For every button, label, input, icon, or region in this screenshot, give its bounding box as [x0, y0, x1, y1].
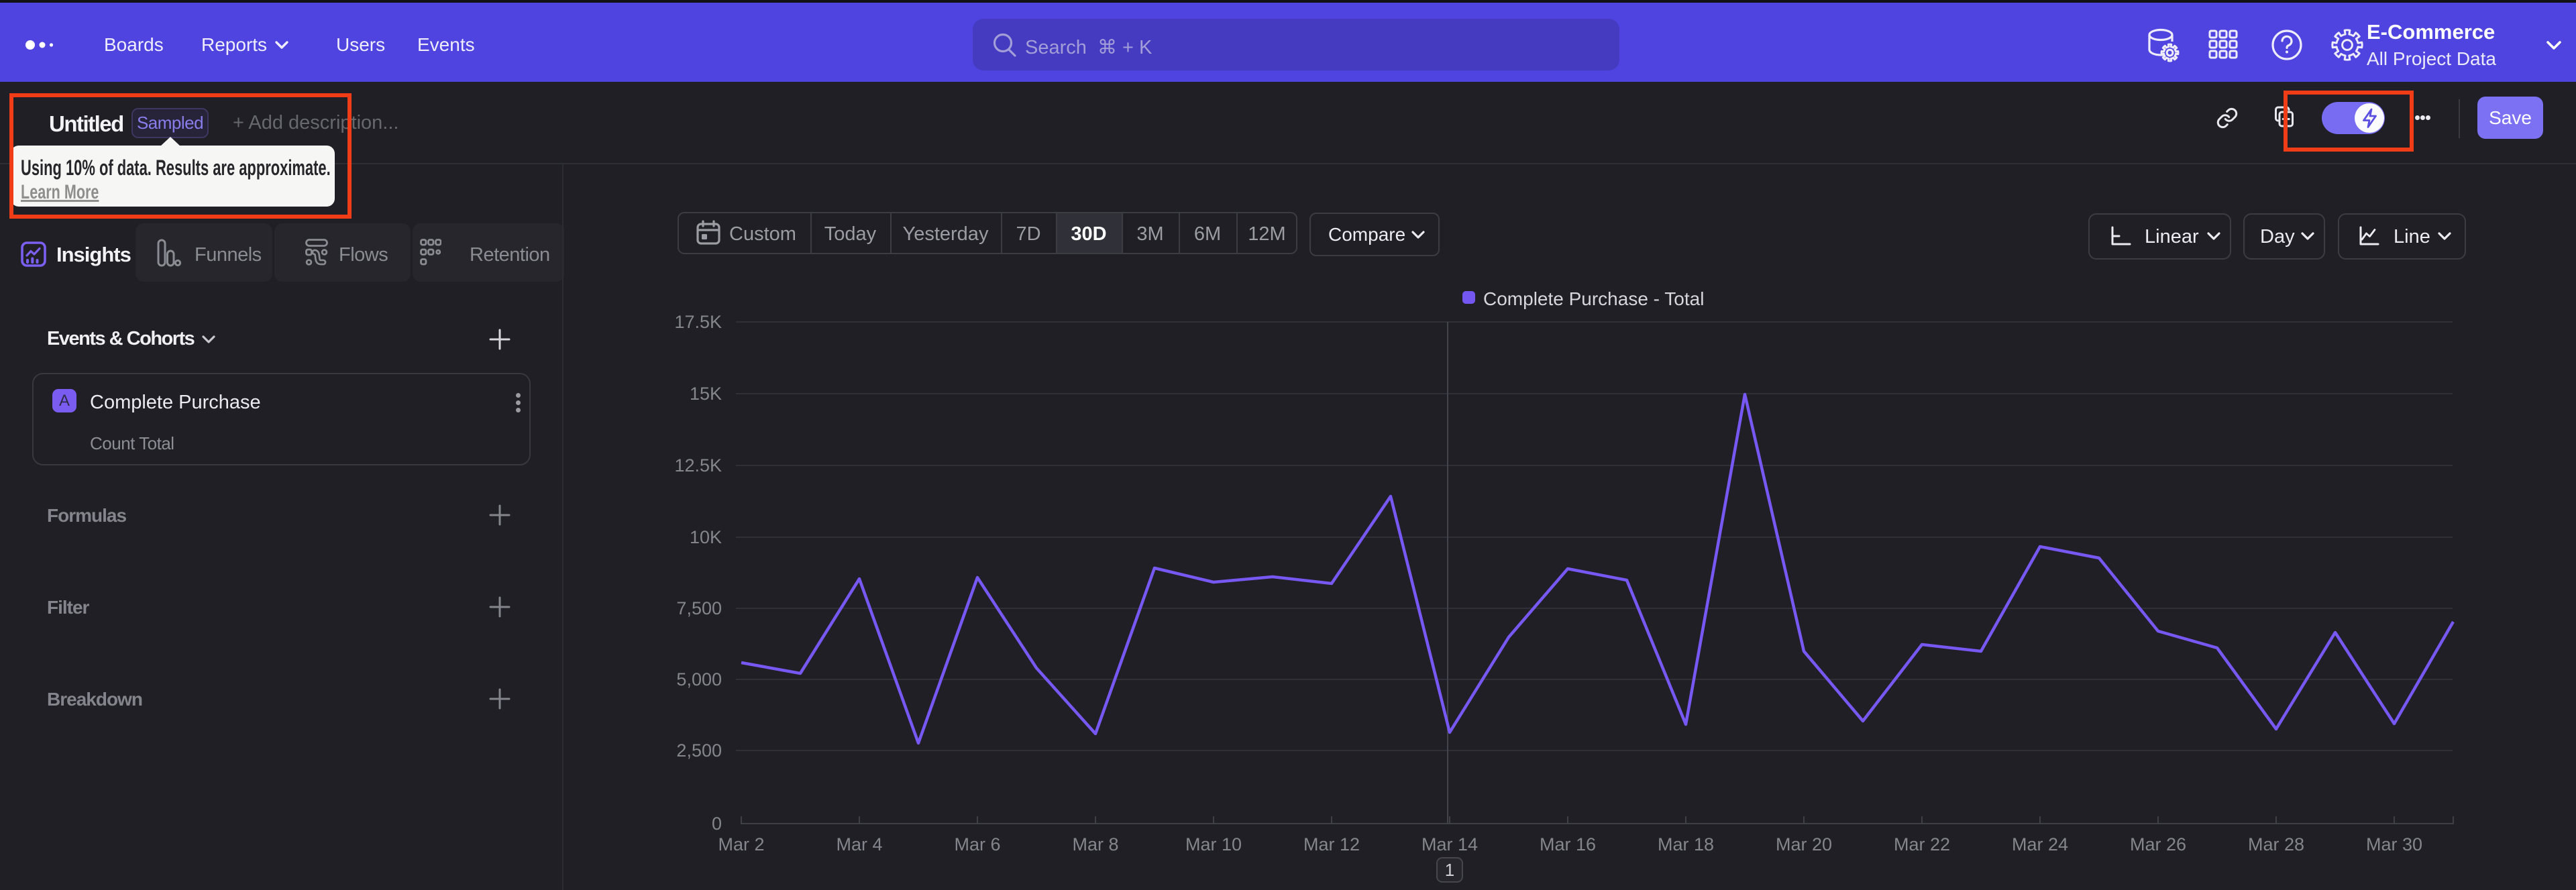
svg-text:2,500: 2,500	[676, 740, 722, 761]
svg-text:17.5K: 17.5K	[674, 312, 722, 332]
svg-text:Mar 28: Mar 28	[2248, 834, 2304, 854]
svg-text:Mar 12: Mar 12	[1303, 834, 1360, 854]
svg-text:Mar 4: Mar 4	[836, 834, 882, 854]
svg-text:Mar 2: Mar 2	[718, 834, 764, 854]
svg-text:Mar 26: Mar 26	[2130, 834, 2186, 854]
svg-text:Complete Purchase - Total: Complete Purchase - Total	[1483, 288, 1704, 309]
svg-text:Mar 10: Mar 10	[1185, 834, 1242, 854]
svg-text:7,500: 7,500	[676, 598, 722, 618]
svg-text:1: 1	[1445, 860, 1454, 880]
svg-text:Mar 20: Mar 20	[1776, 834, 1832, 854]
svg-text:12.5K: 12.5K	[674, 455, 722, 476]
svg-text:Mar 22: Mar 22	[1894, 834, 1950, 854]
svg-text:Mar 14: Mar 14	[1421, 834, 1478, 854]
svg-text:Mar 16: Mar 16	[1540, 834, 1596, 854]
svg-text:Mar 30: Mar 30	[2366, 834, 2422, 854]
svg-text:5,000: 5,000	[676, 669, 722, 689]
svg-text:0: 0	[712, 814, 722, 834]
svg-text:Mar 8: Mar 8	[1072, 834, 1118, 854]
svg-text:15K: 15K	[690, 384, 722, 404]
svg-text:Mar 18: Mar 18	[1658, 834, 1714, 854]
svg-text:10K: 10K	[690, 527, 722, 547]
svg-text:Mar 6: Mar 6	[954, 834, 1000, 854]
svg-text:Mar 24: Mar 24	[2012, 834, 2068, 854]
